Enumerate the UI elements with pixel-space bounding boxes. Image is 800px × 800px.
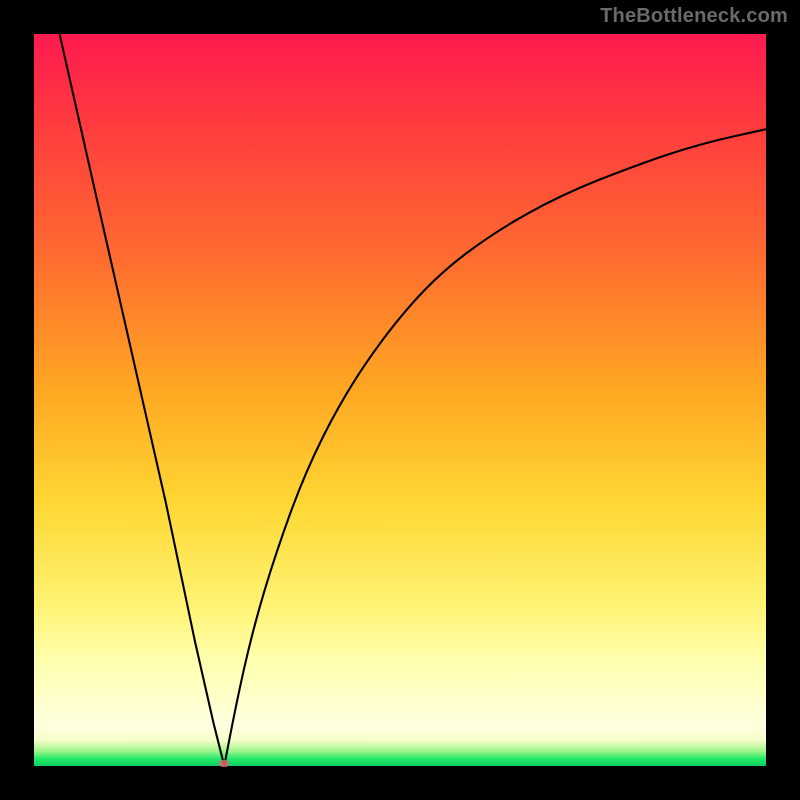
minimum-marker [219,760,229,767]
watermark-label: TheBottleneck.com [600,5,788,28]
curve-right-branch [224,129,766,766]
chart-canvas: TheBottleneck.com [0,0,800,800]
curve-left-branch [60,34,225,766]
bottleneck-curve [34,34,766,766]
plot-area [34,34,766,766]
